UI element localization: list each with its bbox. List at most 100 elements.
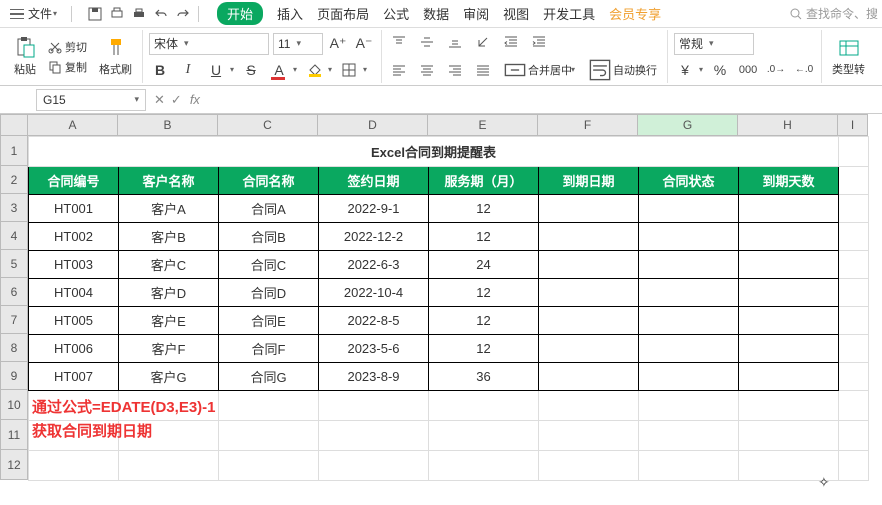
align-top-icon[interactable] [388, 31, 410, 53]
cell[interactable]: HT004 [29, 279, 119, 307]
cell[interactable] [839, 279, 869, 307]
cell[interactable] [319, 451, 429, 481]
cell[interactable] [839, 167, 869, 195]
row-header-5[interactable]: 5 [0, 250, 28, 278]
cell[interactable]: 12 [429, 335, 539, 363]
title-cell[interactable]: Excel合同到期提醒表 [29, 137, 839, 167]
cell[interactable]: 客户B [119, 223, 219, 251]
column-header-D[interactable]: D [318, 114, 428, 136]
file-menu[interactable]: 文件 ▾ [4, 3, 63, 24]
tab-insert[interactable]: 插入 [277, 4, 303, 23]
cell[interactable] [539, 421, 639, 451]
font-size-combo[interactable]: 11▾ [273, 33, 323, 55]
indent-inc-icon[interactable] [528, 31, 550, 53]
cell[interactable]: 12 [429, 307, 539, 335]
cell[interactable]: 客户D [119, 279, 219, 307]
cell[interactable]: 2023-5-6 [319, 335, 429, 363]
cell[interactable] [539, 391, 639, 421]
row-header-11[interactable]: 11 [0, 420, 28, 450]
cell[interactable] [539, 223, 639, 251]
column-header-H[interactable]: H [738, 114, 838, 136]
italic-button[interactable]: I [177, 59, 199, 81]
name-box[interactable]: G15 ▾ [36, 89, 146, 111]
cell[interactable] [29, 451, 119, 481]
cells[interactable]: Excel合同到期提醒表合同编号客户名称合同名称签约日期服务期（月）到期日期合同… [28, 136, 869, 481]
tab-dev[interactable]: 开发工具 [543, 4, 595, 23]
cell[interactable] [429, 451, 539, 481]
cell[interactable]: 合同G [219, 363, 319, 391]
cell[interactable]: HT006 [29, 335, 119, 363]
cell[interactable]: 客户G [119, 363, 219, 391]
column-header-C[interactable]: C [218, 114, 318, 136]
print-icon[interactable] [132, 7, 146, 21]
cell[interactable]: 36 [429, 363, 539, 391]
cell[interactable]: 2023-8-9 [319, 363, 429, 391]
justify-icon[interactable] [472, 59, 494, 81]
cell[interactable] [839, 421, 869, 451]
align-center-icon[interactable] [416, 59, 438, 81]
cell[interactable] [539, 335, 639, 363]
row-header-1[interactable]: 1 [0, 136, 28, 166]
cell[interactable] [839, 451, 869, 481]
cell[interactable] [839, 137, 869, 167]
paste-button[interactable]: 粘贴 [10, 35, 40, 79]
dec-decimal-icon[interactable]: ←.0 [793, 59, 815, 81]
cell[interactable]: 2022-9-1 [319, 195, 429, 223]
cell[interactable] [639, 251, 739, 279]
cell[interactable] [739, 421, 839, 451]
strike-button[interactable]: S [240, 59, 262, 81]
copy-button[interactable]: 复制 [46, 58, 89, 76]
decrease-font-icon[interactable]: A⁻ [353, 33, 375, 55]
cell[interactable]: 客户F [119, 335, 219, 363]
cell[interactable]: 合同编号 [29, 167, 119, 195]
cell[interactable]: 客户名称 [119, 167, 219, 195]
cell[interactable] [29, 421, 119, 451]
percent-icon[interactable]: % [709, 59, 731, 81]
cell[interactable] [639, 451, 739, 481]
cancel-icon[interactable]: ✕ [154, 92, 165, 108]
cell[interactable] [219, 421, 319, 451]
tab-data[interactable]: 数据 [423, 4, 449, 23]
fill-color-button[interactable] [303, 59, 325, 81]
formula-bar[interactable] [208, 89, 874, 111]
cut-button[interactable]: 剪切 [46, 38, 89, 56]
cell[interactable] [739, 223, 839, 251]
cell[interactable]: HT003 [29, 251, 119, 279]
cell[interactable]: HT007 [29, 363, 119, 391]
cell[interactable] [539, 363, 639, 391]
cell[interactable]: 客户A [119, 195, 219, 223]
tab-review[interactable]: 审阅 [463, 4, 489, 23]
cell[interactable] [429, 391, 539, 421]
wrap-button[interactable]: 自动换行 [585, 57, 661, 83]
orientation-icon[interactable] [472, 31, 494, 53]
row-header-6[interactable]: 6 [0, 278, 28, 306]
increase-font-icon[interactable]: A⁺ [327, 33, 349, 55]
row-header-10[interactable]: 10 [0, 390, 28, 420]
row-header-3[interactable]: 3 [0, 194, 28, 222]
cell[interactable] [839, 335, 869, 363]
cell[interactable] [739, 335, 839, 363]
tab-formula[interactable]: 公式 [383, 4, 409, 23]
tab-layout[interactable]: 页面布局 [317, 4, 369, 23]
cell[interactable]: 客户C [119, 251, 219, 279]
cell[interactable]: 合同D [219, 279, 319, 307]
cell[interactable] [119, 391, 219, 421]
row-header-9[interactable]: 9 [0, 362, 28, 390]
column-header-I[interactable]: I [838, 114, 868, 136]
cell[interactable] [319, 421, 429, 451]
cell[interactable] [839, 223, 869, 251]
align-right-icon[interactable] [444, 59, 466, 81]
tab-view[interactable]: 视图 [503, 4, 529, 23]
cell[interactable] [639, 391, 739, 421]
row-header-4[interactable]: 4 [0, 222, 28, 250]
print-preview-icon[interactable] [110, 7, 124, 21]
format-painter-button[interactable]: 格式刷 [95, 35, 136, 79]
cell[interactable] [639, 195, 739, 223]
cell[interactable]: 合同C [219, 251, 319, 279]
cell[interactable] [839, 195, 869, 223]
cell[interactable] [739, 279, 839, 307]
cell[interactable]: HT005 [29, 307, 119, 335]
cell[interactable] [639, 335, 739, 363]
cell[interactable] [739, 451, 839, 481]
indent-dec-icon[interactable] [500, 31, 522, 53]
